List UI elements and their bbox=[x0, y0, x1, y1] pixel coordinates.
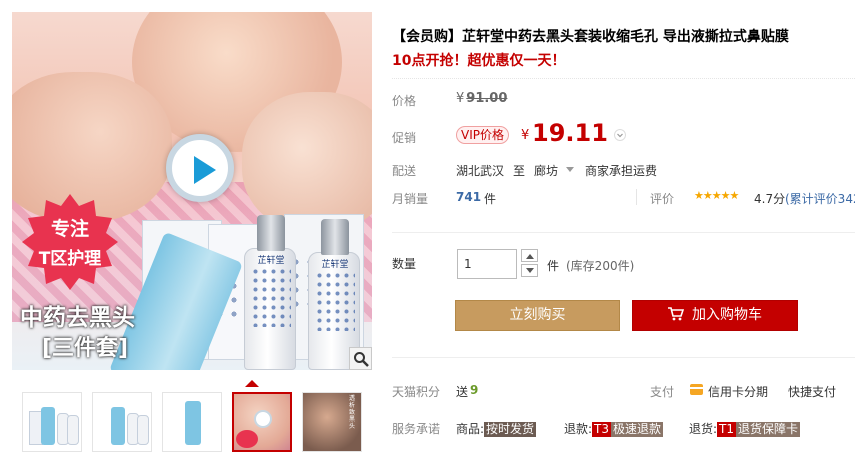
thumbnail-2[interactable] bbox=[92, 392, 152, 452]
original-price-value: 91.00 bbox=[466, 91, 508, 106]
review-count-link[interactable]: (累计评价342 bbox=[785, 190, 855, 207]
star-rating-icon: ★★★★★ bbox=[694, 189, 739, 202]
payment-label: 支付 bbox=[650, 385, 675, 399]
image-caption-line-2: [三件套] bbox=[42, 336, 129, 361]
express-pay-link[interactable]: 快捷支付 bbox=[788, 383, 836, 400]
return-guarantee-tag: 退货保障卡 bbox=[736, 422, 801, 437]
refund-code-tag: T3 bbox=[592, 422, 612, 437]
promo-price: 19.11 bbox=[532, 119, 608, 147]
bottle-brand-label: 芷轩堂 bbox=[257, 256, 285, 266]
product-bottle-1: 芷轩堂 bbox=[244, 215, 296, 370]
badge-line-1: 专注 bbox=[50, 218, 89, 240]
promo-badge: 专注 T区护理 bbox=[20, 192, 120, 292]
product-gallery: 专注 T区护理 芷轩堂 芷轩堂 中药去黑头 [三件套] 透析致黑头 bbox=[12, 12, 372, 462]
add-to-cart-button[interactable]: 加入购物车 bbox=[632, 300, 798, 331]
play-icon bbox=[194, 156, 216, 184]
thumbnail-vertical-text: 透析致黑头 bbox=[349, 395, 356, 430]
credit-card-icon bbox=[690, 384, 703, 395]
badge-line-2: T区护理 bbox=[38, 249, 102, 269]
points-value: 9 bbox=[470, 383, 479, 397]
stock-count: (库存200件) bbox=[566, 259, 635, 273]
quantity-input[interactable]: 1 bbox=[457, 249, 517, 279]
video-play-button[interactable] bbox=[166, 134, 234, 202]
purchase-section: 数量 1 件 (库存200件) 立刻购买 加入购物车 bbox=[392, 232, 855, 350]
add-to-cart-label: 加入购物车 bbox=[692, 307, 762, 323]
cart-icon bbox=[668, 306, 684, 320]
points-label: 天猫积分 bbox=[392, 385, 441, 399]
promise-goods-prefix: 商品: bbox=[456, 422, 485, 436]
rating-score: 4.7分 bbox=[754, 192, 786, 206]
product-title: 【会员购】芷轩堂中药去黑头套装收缩毛孔 导出液撕拉式鼻贴膜 bbox=[392, 29, 789, 45]
monthly-sales-count: 741 bbox=[456, 190, 482, 204]
photo-hand-right bbox=[242, 92, 372, 232]
price-label: 价格 bbox=[392, 94, 417, 108]
thumbnail-1[interactable] bbox=[22, 392, 82, 452]
zoom-button[interactable] bbox=[349, 347, 372, 370]
thumbnail-5[interactable]: 透析致黑头 bbox=[302, 392, 362, 452]
points-prefix: 送 bbox=[456, 385, 469, 399]
promo-currency: ¥ bbox=[521, 128, 530, 143]
rating-label: 评价 bbox=[650, 192, 675, 206]
promise-refund[interactable]: 退款: T3 极速退款 bbox=[564, 420, 664, 437]
quantity-unit: 件 bbox=[547, 259, 560, 273]
product-info-panel: 【会员购】芷轩堂中药去黑头套装收缩毛孔 导出液撕拉式鼻贴膜 10点开抢！超优惠仅… bbox=[392, 0, 855, 462]
vip-price-tag[interactable]: VIP价格 bbox=[456, 126, 509, 144]
quantity-label: 数量 bbox=[392, 257, 417, 271]
ship-to-word: 至 bbox=[513, 164, 526, 178]
buy-now-button[interactable]: 立刻购买 bbox=[455, 300, 620, 331]
product-subtitle: 10点开抢！超优惠仅一天！ bbox=[392, 53, 566, 69]
promo-label: 促销 bbox=[392, 131, 417, 145]
return-code-tag: T1 bbox=[717, 422, 737, 437]
bottle-brand-label: 芷轩堂 bbox=[321, 260, 349, 270]
main-product-image[interactable]: 专注 T区护理 芷轩堂 芷轩堂 中药去黑头 [三件套] bbox=[12, 12, 372, 370]
starburst-badge-icon bbox=[22, 194, 118, 290]
on-time-delivery-tag: 按时发货 bbox=[484, 422, 537, 437]
original-price-currency: ¥ bbox=[456, 91, 465, 106]
promise-refund-prefix: 退款: bbox=[564, 422, 593, 436]
thumbnail-strip: 透析致黑头 bbox=[12, 380, 372, 462]
magnifier-icon bbox=[354, 352, 369, 367]
thumbnail-3[interactable] bbox=[162, 392, 222, 452]
monthly-sales-label: 月销量 bbox=[392, 192, 429, 206]
promise-goods[interactable]: 商品: 按时发货 bbox=[456, 420, 537, 437]
quantity-increase-button[interactable] bbox=[521, 249, 538, 262]
monthly-sales-unit: 件 bbox=[484, 192, 497, 206]
shipping-label: 配送 bbox=[392, 164, 417, 178]
chevron-down-icon bbox=[526, 268, 534, 273]
chevron-down-icon[interactable] bbox=[614, 129, 626, 141]
original-price: ¥91.00 bbox=[456, 91, 507, 106]
chevron-up-icon bbox=[526, 254, 534, 259]
promise-return-prefix: 退货: bbox=[689, 422, 718, 436]
promise-return[interactable]: 退货: T1 退货保障卡 bbox=[689, 420, 801, 437]
quantity-decrease-button[interactable] bbox=[521, 264, 538, 277]
ship-from: 湖北武汉 bbox=[456, 164, 505, 178]
service-promise-label: 服务承诺 bbox=[392, 422, 441, 436]
price-section: 价格 ¥91.00 促销 VIP价格 ¥ 19.11 配送 湖北武汉 至 廊坊 … bbox=[392, 78, 855, 218]
image-caption-line-1: 中药去黑头 bbox=[20, 305, 135, 331]
service-section: 天猫积分 送 9 支付 信用卡分期 快捷支付 服务承诺 商品: 按时发货 退款: T… bbox=[392, 357, 855, 462]
active-thumb-indicator bbox=[245, 380, 259, 387]
fast-refund-tag: 极速退款 bbox=[611, 422, 664, 437]
thumbnail-4[interactable] bbox=[232, 392, 292, 452]
shipping-fee: 商家承担运费 bbox=[585, 164, 658, 178]
caret-down-icon[interactable] bbox=[566, 167, 574, 172]
credit-installment-link[interactable]: 信用卡分期 bbox=[708, 383, 768, 400]
divider bbox=[636, 189, 637, 205]
